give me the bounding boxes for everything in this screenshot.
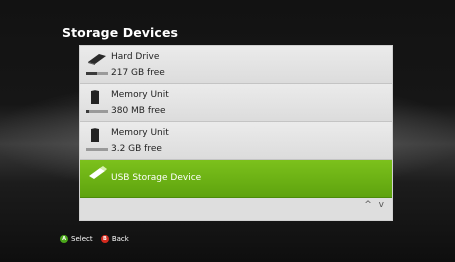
- device-item-hard-drive[interactable]: Hard Drive 217 GB free: [80, 46, 392, 84]
- device-list: Hard Drive 217 GB free Memory Unit 380 M…: [79, 45, 393, 221]
- hard-drive-icon: [88, 54, 106, 65]
- device-free-space: 217 GB free: [111, 68, 165, 78]
- storage-meter: [86, 148, 108, 151]
- button-legend: A Select B Back: [60, 234, 135, 243]
- device-name: Hard Drive: [111, 52, 160, 62]
- usb-drive-icon: [89, 166, 107, 179]
- list-footer: [80, 198, 392, 220]
- scroll-arrows[interactable]: ^ v: [364, 200, 386, 210]
- page-title: Storage Devices: [62, 25, 179, 40]
- device-name: Memory Unit: [111, 128, 169, 138]
- memory-unit-icon: [91, 128, 99, 142]
- device-item-memory-unit-2[interactable]: Memory Unit 3.2 GB free: [80, 122, 392, 160]
- device-item-usb-storage[interactable]: USB Storage Device: [80, 160, 392, 198]
- select-label: Select: [71, 235, 93, 243]
- back-label: Back: [111, 235, 129, 243]
- b-button-icon: B: [100, 235, 109, 243]
- storage-meter: [86, 72, 108, 75]
- back-hint[interactable]: B Back: [100, 235, 129, 243]
- memory-unit-icon: [91, 90, 99, 104]
- device-item-memory-unit-1[interactable]: Memory Unit 380 MB free: [80, 84, 392, 122]
- device-free-space: 3.2 GB free: [111, 144, 162, 154]
- device-free-space: 380 MB free: [111, 106, 166, 116]
- device-name: Memory Unit: [111, 90, 169, 100]
- a-button-icon: A: [60, 235, 68, 243]
- select-hint[interactable]: A Select: [60, 235, 93, 243]
- device-name: USB Storage Device: [111, 173, 202, 183]
- storage-meter: [86, 110, 108, 113]
